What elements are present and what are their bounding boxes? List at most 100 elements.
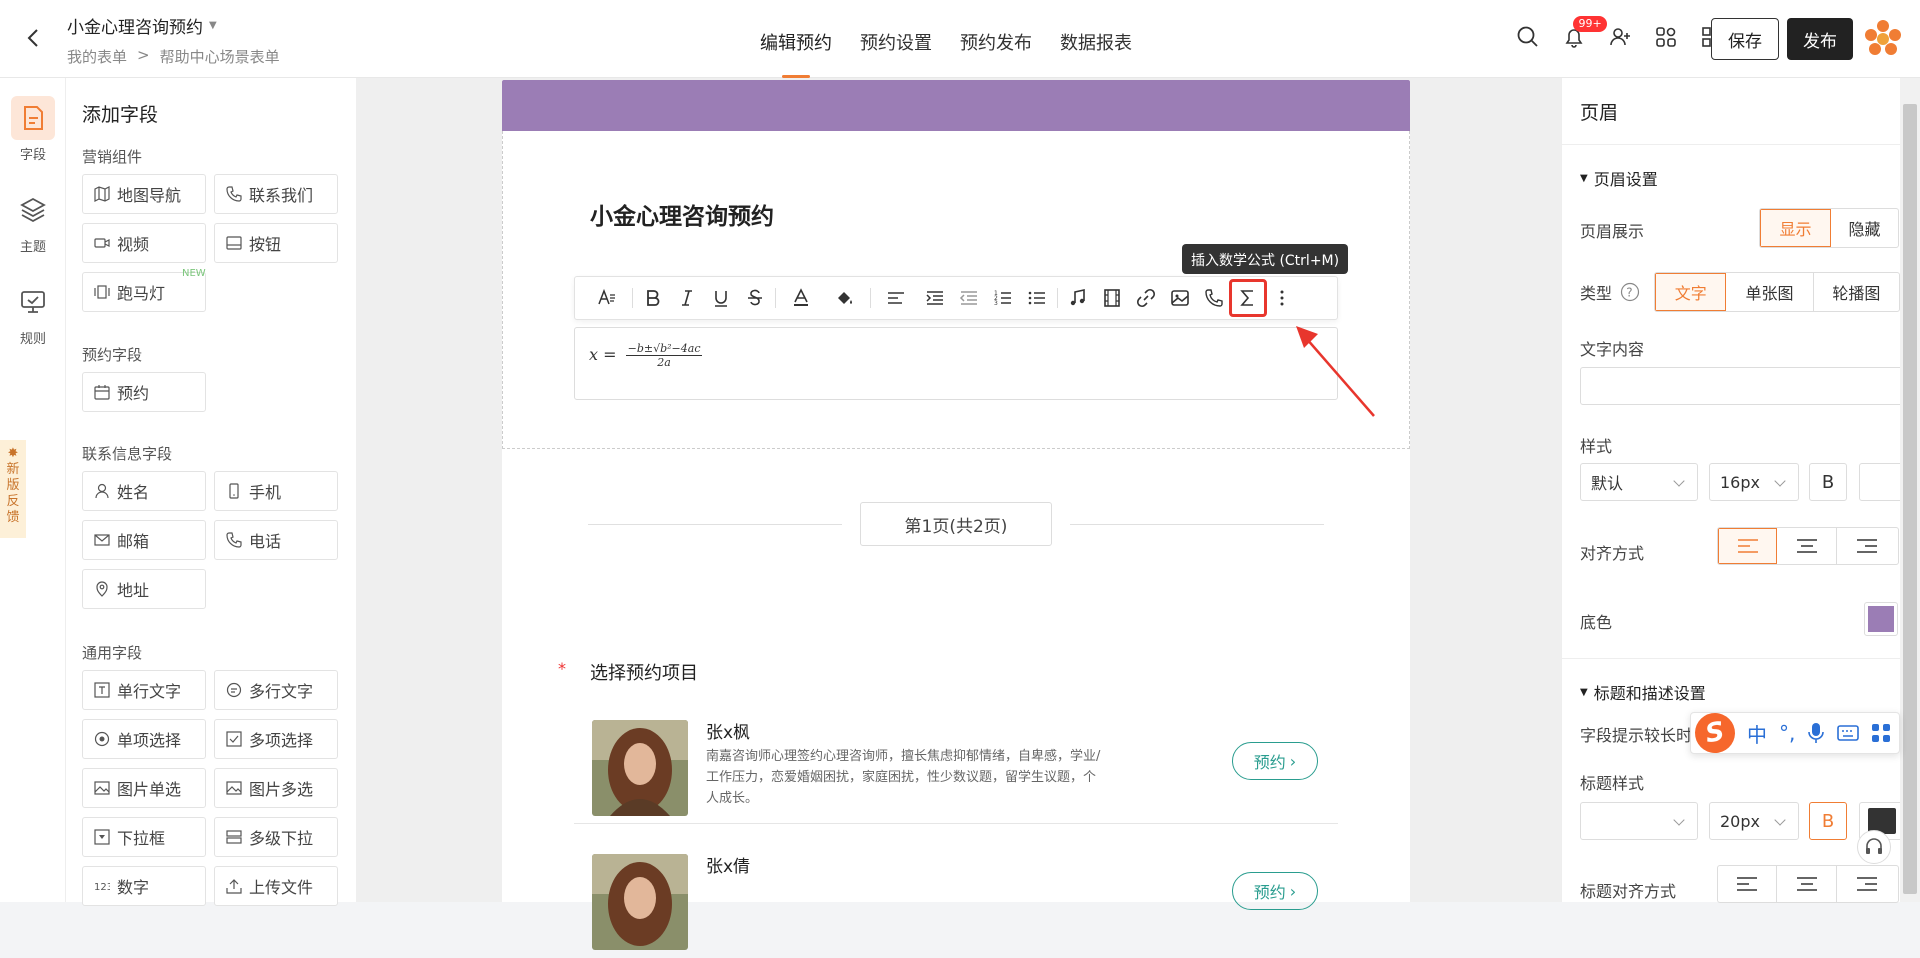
section-header-toggle[interactable]: ▼ 标题和描述设置 (1580, 680, 1706, 704)
indent-icon[interactable] (918, 281, 952, 315)
field-upload[interactable]: 上传文件 (214, 866, 338, 906)
align-center-icon[interactable] (1777, 528, 1837, 564)
film-icon[interactable] (1095, 281, 1129, 315)
option-text[interactable]: 文字 (1655, 273, 1727, 311)
save-button[interactable]: 保存 (1711, 18, 1779, 60)
tab-reports[interactable]: 数据报表 (1060, 0, 1132, 78)
title-font-size-select[interactable]: 20px (1709, 802, 1799, 840)
field-cascade[interactable]: 多级下拉 (214, 817, 338, 857)
field-number[interactable]: 123 数字 (82, 866, 206, 906)
field-multi-line[interactable]: 多行文字 (214, 670, 338, 710)
keyboard-icon[interactable] (1837, 724, 1860, 742)
title-style-select[interactable] (1580, 802, 1698, 840)
rail-item-theme[interactable]: 主题 (0, 188, 66, 255)
section-header-toggle[interactable]: ▼ 页眉设置 (1580, 166, 1658, 190)
book-button[interactable]: 预约 › (1232, 742, 1318, 780)
help-icon[interactable]: ? (1620, 282, 1640, 302)
text-content-input[interactable] (1580, 367, 1910, 405)
math-formula-icon[interactable] (1229, 279, 1267, 317)
headset-support-icon[interactable] (1857, 830, 1891, 864)
insert-image-icon[interactable] (1163, 281, 1197, 315)
scrollbar-thumb[interactable] (1903, 104, 1917, 894)
breadcrumb-item[interactable]: 我的表单 (67, 46, 127, 67)
title-bold-toggle[interactable]: B (1809, 802, 1847, 840)
field-button[interactable]: 按钮 (214, 223, 338, 263)
align-left-icon[interactable] (1718, 866, 1778, 902)
add-user-icon[interactable] (1607, 24, 1633, 50)
strikethrough-icon[interactable] (738, 281, 772, 315)
align-right-icon[interactable] (1837, 528, 1898, 564)
field-single-choice[interactable]: 单项选择 (82, 719, 206, 759)
option-hide[interactable]: 隐藏 (1831, 209, 1898, 247)
field-appointment[interactable]: 预约 (82, 372, 206, 412)
rail-item-fields[interactable]: 字段 (0, 96, 66, 163)
field-label: 手机 (249, 483, 282, 502)
breadcrumb-item[interactable]: 帮助中心场景表单 (160, 46, 280, 67)
align-right-icon[interactable] (1837, 866, 1898, 902)
style-select[interactable]: 默认 (1580, 463, 1698, 501)
ime-language-toggle[interactable]: 中 (1747, 719, 1767, 748)
bell-icon[interactable]: 99+ (1561, 16, 1607, 50)
option-carousel[interactable]: 轮播图 (1814, 273, 1899, 311)
field-name[interactable]: 姓名 (82, 471, 206, 511)
text-color-icon[interactable] (779, 281, 823, 315)
field-email[interactable]: 邮箱 (82, 520, 206, 560)
underline-icon[interactable] (704, 281, 738, 315)
italic-icon[interactable] (670, 281, 704, 315)
align-left-icon[interactable] (1718, 528, 1778, 564)
caret-down-icon: ▼ (1580, 172, 1588, 184)
field-dropdown[interactable]: 下拉框 (82, 817, 206, 857)
field-image-single[interactable]: 图片单选 (82, 768, 206, 808)
tab-edit[interactable]: 编辑预约 (760, 0, 832, 78)
apps-grid-icon[interactable] (1871, 723, 1891, 743)
align-center-icon[interactable] (1777, 866, 1837, 902)
formula-editor[interactable]: x = −b±√b²−4ac 2a (574, 327, 1338, 400)
publish-button[interactable]: 发布 (1787, 18, 1853, 60)
align-icon[interactable] (874, 281, 918, 315)
field-map-nav[interactable]: 地图导航 (82, 174, 206, 214)
question-label[interactable]: 选择预约项目 (590, 659, 698, 685)
field-multi-choice[interactable]: 多项选择 (214, 719, 338, 759)
bg-color-swatch[interactable] (1864, 602, 1898, 636)
bold-icon[interactable] (636, 281, 670, 315)
rail-item-label: 主题 (19, 240, 46, 255)
field-phone[interactable]: 电话 (214, 520, 338, 560)
field-single-line[interactable]: 单行文字 (82, 670, 206, 710)
link-icon[interactable] (1129, 281, 1163, 315)
tab-publish[interactable]: 预约发布 (960, 0, 1032, 78)
tab-settings[interactable]: 预约设置 (860, 0, 932, 78)
punctuation-icon[interactable]: °, (1779, 721, 1795, 745)
outdent-icon[interactable] (952, 281, 986, 315)
font-size-select[interactable]: 16px (1709, 463, 1799, 501)
option-single-image[interactable]: 单张图 (1726, 273, 1814, 311)
back-arrow-icon[interactable] (22, 26, 46, 50)
field-address[interactable]: 地址 (82, 569, 206, 609)
bold-toggle[interactable]: B (1809, 463, 1847, 501)
field-video[interactable]: 视频 (82, 223, 206, 263)
font-size-icon[interactable] (585, 281, 629, 315)
more-vertical-icon[interactable] (1265, 281, 1299, 315)
color-picker[interactable] (1859, 463, 1904, 501)
music-icon[interactable] (1061, 281, 1095, 315)
option-show[interactable]: 显示 (1760, 209, 1831, 247)
feedback-tab[interactable]: ✸ 新版反馈 (0, 440, 26, 538)
location-pin-icon (96, 581, 108, 597)
bullet-list-icon[interactable] (1020, 281, 1054, 315)
microphone-icon[interactable] (1807, 722, 1825, 744)
fill-color-icon[interactable] (823, 281, 867, 315)
ordered-list-icon[interactable]: 123 (986, 281, 1020, 315)
phone-icon[interactable] (1197, 281, 1231, 315)
avatar[interactable] (1862, 18, 1904, 60)
field-mobile[interactable]: 手机 (214, 471, 338, 511)
form-title-heading[interactable]: 小金心理咨询预约 (590, 197, 774, 231)
rail-item-rules[interactable]: 规则 (0, 280, 66, 347)
sogou-logo-icon[interactable]: S (1691, 709, 1739, 757)
search-icon[interactable] (1515, 24, 1541, 50)
form-title-dropdown[interactable]: 小金心理咨询预约 ▼ (67, 13, 217, 38)
field-image-multi[interactable]: 图片多选 (214, 768, 338, 808)
scrollbar[interactable] (1900, 78, 1920, 902)
section-title: 预约字段 (82, 346, 143, 364)
book-button[interactable]: 预约 › (1232, 872, 1318, 910)
apps-link-icon[interactable] (1653, 24, 1679, 50)
field-contact-us[interactable]: 联系我们 (214, 174, 338, 214)
